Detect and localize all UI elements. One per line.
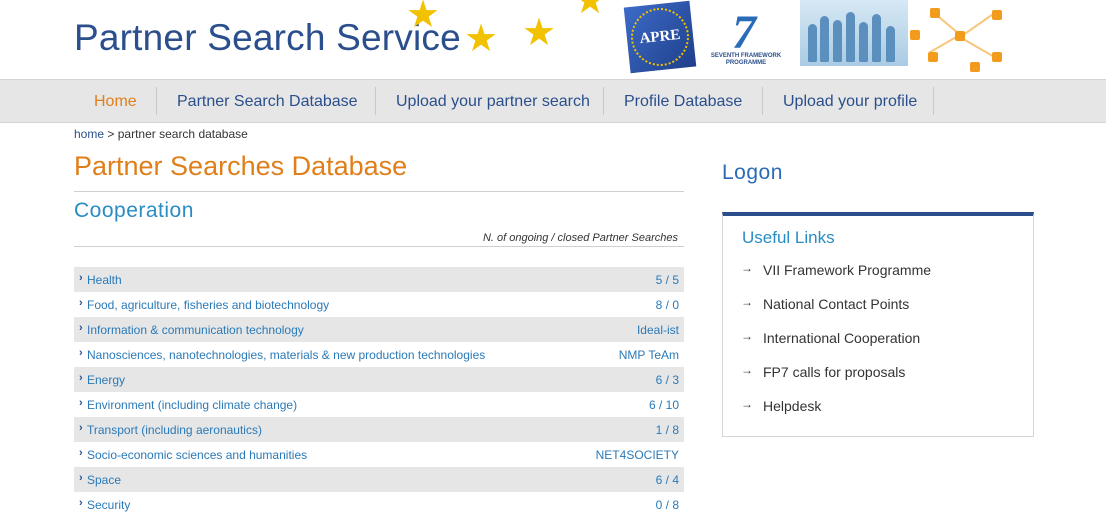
table-row[interactable]: › Information & communication technology… xyxy=(74,317,684,342)
site-header: Partner Search Service ★ ★ ★ ★ APRE 7 SE… xyxy=(0,0,1106,78)
useful-link[interactable]: → National Contact Points xyxy=(741,295,909,312)
nav-upload-partner-search[interactable]: Upload your partner search xyxy=(396,80,590,122)
star-icon: ★ xyxy=(464,18,499,60)
main-nav: Home Partner Search Database Upload your… xyxy=(0,79,1106,123)
row-count[interactable]: 8 / 0 xyxy=(656,298,679,312)
useful-links-panel: Useful Links → VII Framework Programme → N… xyxy=(722,212,1034,437)
useful-link-label[interactable]: VII Framework Programme xyxy=(763,262,931,278)
table-row[interactable]: › Health 5 / 5 xyxy=(74,267,684,292)
breadcrumb-current: partner search database xyxy=(117,127,248,141)
count-column-header: N. of ongoing / closed Partner Searches xyxy=(482,232,678,244)
page-title: Partner Searches Database xyxy=(74,151,408,181)
chevron-right-icon: › xyxy=(79,497,83,509)
arrow-right-icon: → xyxy=(741,261,753,275)
header-divider xyxy=(74,246,684,247)
useful-link-label[interactable]: FP7 calls for proposals xyxy=(763,364,905,380)
nav-divider xyxy=(762,87,763,115)
table-row[interactable]: › Food, agriculture, fisheries and biote… xyxy=(74,292,684,317)
row-link[interactable]: Transport (including aeronautics) xyxy=(87,423,262,437)
section-title: Cooperation xyxy=(74,199,194,222)
row-link[interactable]: Environment (including climate change) xyxy=(87,398,297,412)
people-image xyxy=(800,0,908,66)
row-count[interactable]: NMP TeAm xyxy=(619,348,679,362)
nav-upload-profile[interactable]: Upload your profile xyxy=(783,80,917,122)
row-count[interactable]: NET4SOCIETY xyxy=(596,448,679,462)
apre-logo[interactable]: APRE xyxy=(623,0,697,74)
chevron-right-icon: › xyxy=(79,347,83,359)
row-count[interactable]: 6 / 10 xyxy=(649,398,679,412)
table-row[interactable]: › Transport (including aeronautics) 1 / … xyxy=(74,417,684,442)
arrow-right-icon: → xyxy=(741,295,753,309)
row-count[interactable]: 6 / 3 xyxy=(656,373,679,387)
useful-link[interactable]: → VII Framework Programme xyxy=(741,261,931,278)
logon-title[interactable]: Logon xyxy=(722,161,783,185)
arrow-right-icon: → xyxy=(741,329,753,343)
row-link[interactable]: Space xyxy=(87,473,121,487)
star-icon: ★ xyxy=(522,12,557,54)
useful-links-title: Useful Links xyxy=(742,228,835,247)
row-link[interactable]: Socio-economic sciences and humanities xyxy=(87,448,307,462)
table-row[interactable]: › Energy 6 / 3 xyxy=(74,367,684,392)
useful-link[interactable]: → International Cooperation xyxy=(741,329,920,346)
table-row[interactable]: › Environment (including climate change)… xyxy=(74,392,684,417)
row-link[interactable]: Nanosciences, nanotechnologies, material… xyxy=(87,348,485,362)
chevron-right-icon: › xyxy=(79,472,83,484)
chevron-right-icon: › xyxy=(79,372,83,384)
title-divider xyxy=(74,191,684,192)
table-row[interactable]: › Space 6 / 4 xyxy=(74,467,684,492)
theme-list: › Health 5 / 5 › Food, agriculture, fish… xyxy=(74,267,684,517)
star-icon: ★ xyxy=(406,0,441,36)
nav-divider xyxy=(933,87,934,115)
row-count[interactable]: 5 / 5 xyxy=(656,273,679,287)
useful-link-label[interactable]: Helpdesk xyxy=(763,398,821,414)
fp7-logo[interactable]: 7 SEVENTH FRAMEWORK PROGRAMME xyxy=(706,5,786,67)
useful-link-label[interactable]: International Cooperation xyxy=(763,330,920,346)
site-title[interactable]: Partner Search Service xyxy=(74,17,461,59)
nav-divider xyxy=(603,87,604,115)
useful-link-label[interactable]: National Contact Points xyxy=(763,296,909,312)
row-link[interactable]: Health xyxy=(87,273,122,287)
nav-divider xyxy=(156,87,157,115)
nav-partner-search-database[interactable]: Partner Search Database xyxy=(177,80,358,122)
row-count[interactable]: Ideal-ist xyxy=(637,323,679,337)
nav-home[interactable]: Home xyxy=(94,80,137,122)
breadcrumb-home[interactable]: home xyxy=(74,127,104,141)
row-count[interactable]: 0 / 8 xyxy=(656,498,679,512)
chevron-right-icon: › xyxy=(79,322,83,334)
chevron-right-icon: › xyxy=(79,272,83,284)
table-row[interactable]: › Nanosciences, nanotechnologies, materi… xyxy=(74,342,684,367)
row-count[interactable]: 6 / 4 xyxy=(656,473,679,487)
row-count[interactable]: 1 / 8 xyxy=(656,423,679,437)
table-row[interactable]: › Socio-economic sciences and humanities… xyxy=(74,442,684,467)
chevron-right-icon: › xyxy=(79,422,83,434)
row-link[interactable]: Security xyxy=(87,498,130,512)
arrow-right-icon: → xyxy=(741,397,753,411)
chevron-right-icon: › xyxy=(79,297,83,309)
chevron-right-icon: › xyxy=(79,397,83,409)
useful-link[interactable]: → FP7 calls for proposals xyxy=(741,363,905,380)
fp7-mark: 7 xyxy=(732,6,756,59)
chevron-right-icon: › xyxy=(79,447,83,459)
row-link[interactable]: Energy xyxy=(87,373,125,387)
useful-link[interactable]: → Helpdesk xyxy=(741,397,821,414)
breadcrumb: home > partner search database xyxy=(74,127,248,141)
arrow-right-icon: → xyxy=(741,363,753,377)
star-icon: ★ xyxy=(573,0,608,22)
network-image xyxy=(910,0,1015,76)
fp7-caption: SEVENTH FRAMEWORK PROGRAMME xyxy=(710,53,782,66)
table-row[interactable]: › Security 0 / 8 xyxy=(74,492,684,517)
row-link[interactable]: Food, agriculture, fisheries and biotech… xyxy=(87,298,329,312)
breadcrumb-separator: > xyxy=(107,127,115,141)
nav-profile-database[interactable]: Profile Database xyxy=(624,80,742,122)
nav-divider xyxy=(375,87,376,115)
row-link[interactable]: Information & communication technology xyxy=(87,323,304,337)
